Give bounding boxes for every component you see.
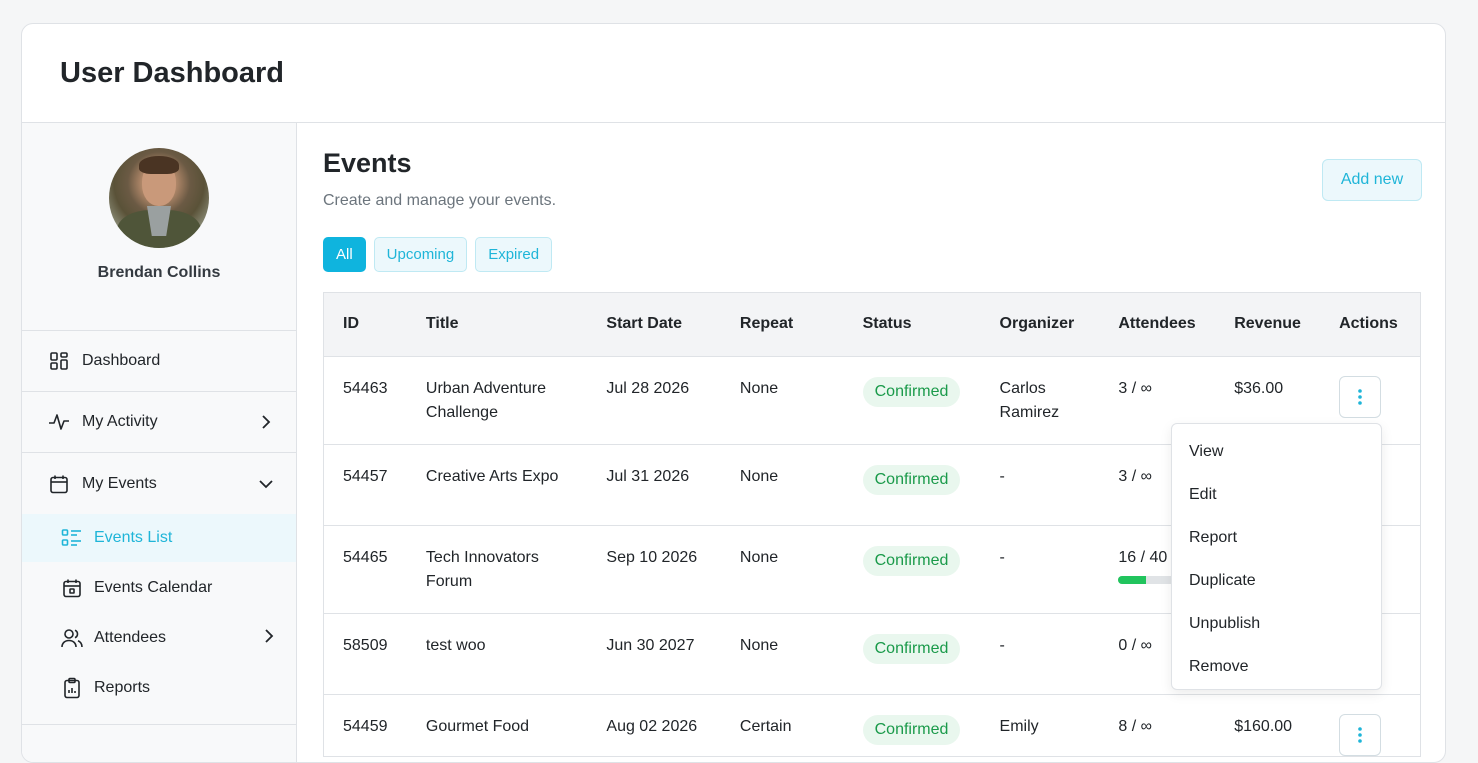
cell-id: 54457 bbox=[324, 444, 407, 526]
sidebar-item-events-calendar[interactable]: Events Calendar bbox=[22, 564, 296, 612]
kebab-icon bbox=[1358, 726, 1362, 743]
sidebar-item-label: My Activity bbox=[82, 413, 158, 430]
cell-title[interactable]: Creative Arts Expo bbox=[406, 444, 588, 526]
cell-title[interactable]: Gourmet Food bbox=[406, 694, 588, 757]
filter-tabs: All Upcoming Expired bbox=[323, 237, 553, 272]
cell-start-date: Jul 28 2026 bbox=[587, 356, 721, 445]
sidebar-item-label: Attendees bbox=[94, 629, 167, 646]
kebab-icon bbox=[1358, 388, 1362, 405]
menu-item-edit[interactable]: Edit bbox=[1172, 473, 1381, 516]
avatar bbox=[109, 148, 209, 248]
chevron-down-icon bbox=[258, 476, 274, 492]
sidebar-item-attendees[interactable]: Attendees bbox=[22, 614, 296, 662]
sidebar-item-label: My Events bbox=[82, 474, 157, 492]
cell-title[interactable]: Urban Adventure Challenge bbox=[406, 356, 588, 445]
dashboard-header: User Dashboard bbox=[22, 24, 1445, 123]
status-badge: Confirmed bbox=[862, 376, 961, 407]
cell-attendees: 8 / ∞ bbox=[1099, 694, 1216, 757]
filter-expired[interactable]: Expired bbox=[475, 237, 553, 272]
column-header: ID bbox=[324, 293, 407, 357]
cell-organizer: - bbox=[980, 613, 1100, 695]
actions-dropdown-menu: View Edit Report Duplicate Unpublish Rem… bbox=[1171, 423, 1382, 690]
cell-title[interactable]: Tech Innovators Forum bbox=[406, 525, 588, 614]
page-title: User Dashboard bbox=[60, 57, 285, 89]
sidebar-item-reports[interactable]: Reports bbox=[22, 664, 296, 712]
menu-item-duplicate[interactable]: Duplicate bbox=[1172, 559, 1381, 602]
status-badge: Confirmed bbox=[862, 714, 961, 745]
cell-start-date: Aug 02 2026 bbox=[587, 694, 721, 757]
attendees-progress-fill bbox=[1118, 575, 1147, 584]
cell-repeat: None bbox=[720, 525, 844, 614]
calendar-icon bbox=[48, 473, 70, 495]
dashboard-icon bbox=[48, 350, 70, 372]
cell-status: Confirmed bbox=[843, 694, 981, 757]
clipboard-icon bbox=[61, 677, 83, 699]
column-header: Start Date bbox=[587, 293, 721, 357]
cell-actions bbox=[1320, 694, 1420, 757]
sidebar-item-my-events[interactable]: My Events bbox=[22, 453, 296, 514]
column-header: Attendees bbox=[1099, 293, 1216, 357]
cell-repeat: Certain bbox=[720, 694, 844, 757]
cell-organizer: Emily bbox=[980, 694, 1100, 757]
menu-item-report[interactable]: Report bbox=[1172, 516, 1381, 559]
status-badge: Confirmed bbox=[862, 545, 961, 576]
cell-id: 58509 bbox=[324, 613, 407, 695]
menu-item-view[interactable]: View bbox=[1172, 430, 1381, 473]
cell-status: Confirmed bbox=[843, 613, 981, 695]
sidebar-item-my-activity[interactable]: My Activity bbox=[22, 392, 296, 453]
sidebar-item-dashboard[interactable]: Dashboard bbox=[22, 331, 296, 392]
cell-repeat: None bbox=[720, 613, 844, 695]
cell-status: Confirmed bbox=[843, 525, 981, 614]
actions-menu-button[interactable] bbox=[1339, 375, 1382, 418]
cell-start-date: Jul 31 2026 bbox=[587, 444, 721, 526]
sidebar-item-label: Dashboard bbox=[82, 352, 161, 369]
users-icon bbox=[61, 627, 83, 649]
chevron-right-icon bbox=[258, 414, 274, 430]
sidebar-item-label: Events List bbox=[94, 529, 173, 546]
cell-revenue: $160.00 bbox=[1215, 694, 1321, 757]
menu-item-unpublish[interactable]: Unpublish bbox=[1172, 602, 1381, 645]
cell-repeat: None bbox=[720, 356, 844, 445]
sidebar-group-my-events: My Events Events List Events Calendar At… bbox=[22, 453, 296, 725]
column-header: Revenue bbox=[1215, 293, 1321, 357]
cell-id: 54465 bbox=[324, 525, 407, 614]
filter-upcoming[interactable]: Upcoming bbox=[373, 237, 468, 272]
cell-organizer: - bbox=[980, 444, 1100, 526]
section-title: Events bbox=[323, 148, 412, 178]
table-header-row: ID Title Start Date Repeat Status Organi… bbox=[324, 293, 1420, 357]
table-row: 54459 Gourmet Food Aug 02 2026 Certain C… bbox=[324, 694, 1420, 757]
cell-id: 54459 bbox=[324, 694, 407, 757]
column-header: Organizer bbox=[980, 293, 1100, 357]
calendar-icon bbox=[61, 577, 83, 599]
cell-start-date: Sep 10 2026 bbox=[587, 525, 721, 614]
sidebar: Brendan Collins Dashboard My Activity My… bbox=[22, 123, 297, 762]
profile-name: Brendan Collins bbox=[97, 264, 221, 281]
status-badge: Confirmed bbox=[862, 464, 961, 495]
sidebar-item-label: Events Calendar bbox=[94, 579, 213, 596]
section-subtitle: Create and manage your events. bbox=[323, 192, 557, 209]
cell-repeat: None bbox=[720, 444, 844, 526]
filter-all[interactable]: All bbox=[323, 237, 366, 272]
cell-status: Confirmed bbox=[843, 356, 981, 445]
column-header: Title bbox=[406, 293, 588, 357]
actions-menu-button[interactable] bbox=[1339, 713, 1382, 756]
cell-organizer: - bbox=[980, 525, 1100, 614]
column-header: Actions bbox=[1320, 293, 1420, 357]
cell-status: Confirmed bbox=[843, 444, 981, 526]
status-badge: Confirmed bbox=[862, 633, 961, 664]
cell-organizer: Carlos Ramirez bbox=[980, 356, 1100, 445]
column-header: Status bbox=[843, 293, 981, 357]
profile-card: Brendan Collins bbox=[22, 123, 296, 331]
menu-item-remove[interactable]: Remove bbox=[1172, 645, 1381, 688]
column-header: Repeat bbox=[720, 293, 844, 357]
sidebar-item-events-list[interactable]: Events List bbox=[22, 514, 296, 562]
add-new-button[interactable]: Add new bbox=[1322, 159, 1422, 201]
cell-id: 54463 bbox=[324, 356, 407, 445]
sidebar-item-label: Reports bbox=[94, 679, 151, 696]
activity-icon bbox=[48, 411, 70, 433]
list-icon bbox=[61, 527, 83, 549]
cell-title[interactable]: test woo bbox=[406, 613, 588, 695]
cell-start-date: Jun 30 2027 bbox=[587, 613, 721, 695]
chevron-right-icon bbox=[264, 628, 274, 648]
